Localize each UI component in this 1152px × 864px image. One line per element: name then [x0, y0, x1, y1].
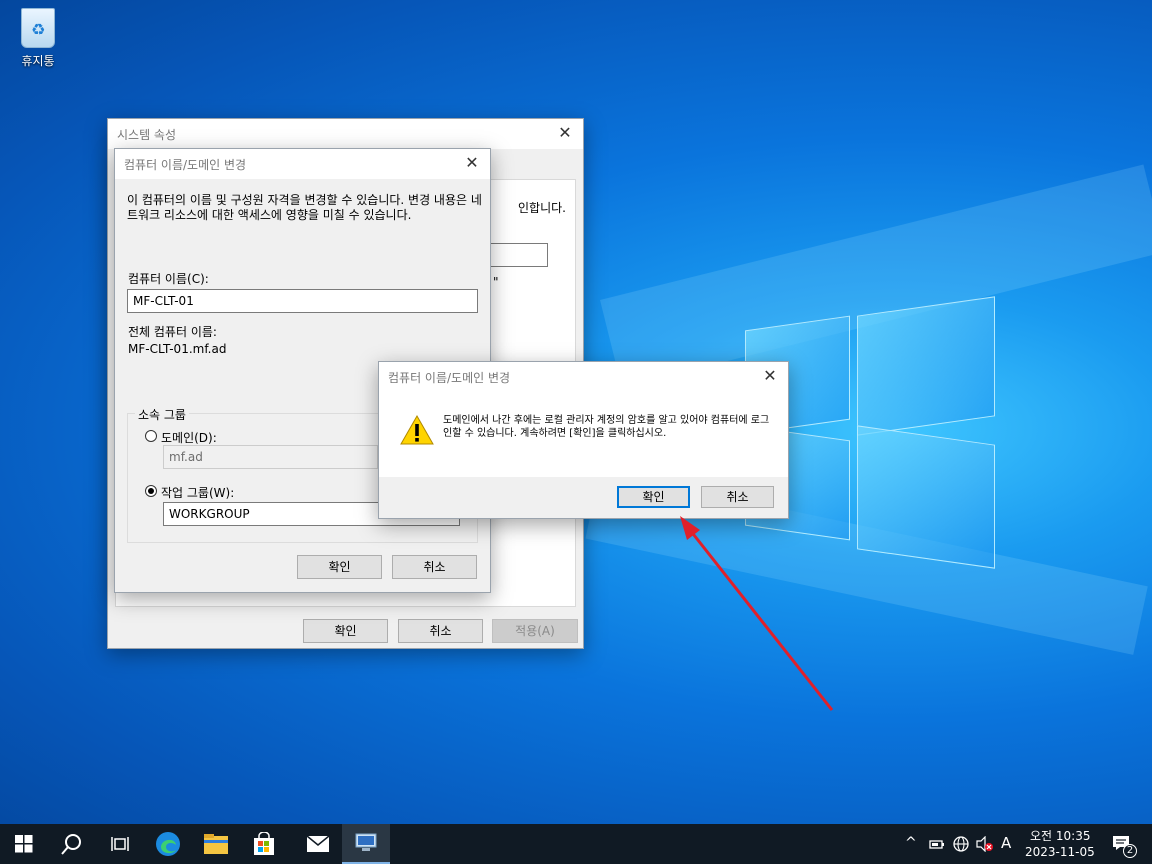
volume-muted-icon[interactable]: [976, 836, 994, 852]
system-properties-ok-button[interactable]: 확인: [303, 619, 388, 643]
edge-icon: [156, 832, 180, 856]
system-properties-apply-button: 적용(A): [492, 619, 578, 643]
workgroup-radio-label[interactable]: 작업 그룹(W):: [161, 484, 234, 501]
domain-input: mf.ad: [163, 445, 378, 469]
windows-logo-pane-br: [857, 425, 995, 569]
warning-icon: [400, 414, 434, 445]
warning-ok-button[interactable]: 확인: [617, 486, 690, 508]
system-properties-close-icon[interactable]: ✕: [555, 123, 575, 143]
computer-name-label: 컴퓨터 이름(C):: [128, 272, 209, 286]
edge-taskbar-button[interactable]: [144, 824, 192, 864]
rename-cancel-button[interactable]: 취소: [392, 555, 477, 579]
store-taskbar-button[interactable]: [240, 824, 288, 864]
system-properties-taskbar-button[interactable]: [342, 824, 390, 864]
mail-icon: [306, 835, 330, 852]
warning-dialog: 컴퓨터 이름/도메인 변경 ✕ 도메인에서 나간 후에는 로컬 관리자 계정의 …: [378, 361, 789, 519]
windows-logo-pane-tr: [857, 296, 995, 436]
ime-indicator[interactable]: A: [1001, 834, 1011, 852]
rename-description: 이 컴퓨터의 이름 및 구성원 자격을 변경할 수 있습니다. 변경 내용은 네…: [127, 193, 482, 222]
search-icon: [61, 834, 81, 855]
recycle-bin[interactable]: ♻ 휴지통: [10, 8, 66, 69]
computer-name-input[interactable]: MF-CLT-01: [127, 289, 478, 313]
system-properties-partial-text: 인합니다.: [518, 201, 566, 215]
notification-count-badge: 2: [1123, 844, 1137, 858]
member-of-label: 소속 그룹: [135, 406, 189, 423]
notification-center-button[interactable]: 2: [1104, 824, 1152, 864]
task-view-icon: [111, 837, 129, 851]
file-explorer-taskbar-button[interactable]: [192, 824, 240, 864]
mail-taskbar-button[interactable]: [294, 824, 342, 864]
rename-ok-button[interactable]: 확인: [297, 555, 382, 579]
warning-dialog-titlebar: 컴퓨터 이름/도메인 변경 ✕: [379, 362, 788, 392]
full-computer-name-value: MF-CLT-01.mf.ad: [128, 342, 227, 356]
taskbar: ^ A 오전 10:35 2023-11-05 2: [0, 824, 1152, 864]
windows-start-icon: [15, 835, 33, 853]
warning-cancel-button[interactable]: 취소: [701, 486, 774, 508]
task-view-button[interactable]: [96, 824, 144, 864]
store-icon: [254, 832, 274, 855]
system-properties-partial-quote: ": [493, 275, 499, 289]
full-computer-name-label: 전체 컴퓨터 이름:: [128, 325, 217, 339]
warning-dialog-close-icon[interactable]: ✕: [760, 366, 780, 386]
folder-icon: [204, 834, 228, 854]
system-properties-cancel-button[interactable]: 취소: [398, 619, 483, 643]
battery-icon[interactable]: [929, 838, 945, 850]
network-globe-icon[interactable]: [953, 836, 969, 852]
start-button[interactable]: [0, 824, 48, 864]
clock-time[interactable]: 오전 10:35: [1030, 827, 1090, 844]
system-properties-titlebar: 시스템 속성 ✕: [108, 119, 583, 149]
recycle-bin-label: 휴지통: [21, 54, 55, 68]
search-button[interactable]: [48, 824, 96, 864]
system-properties-title: 시스템 속성: [117, 128, 177, 142]
domain-radio-label[interactable]: 도메인(D):: [161, 429, 217, 446]
rename-dialog-titlebar: 컴퓨터 이름/도메인 변경 ✕: [115, 149, 490, 179]
warning-message: 도메인에서 나간 후에는 로컬 관리자 계정의 암호를 알고 있어야 컴퓨터에 …: [443, 415, 770, 439]
system-properties-description-field[interactable]: [488, 243, 548, 267]
recycle-bin-icon: ♻: [21, 8, 55, 48]
computer-icon: [355, 833, 377, 851]
clock-date[interactable]: 2023-11-05: [1025, 845, 1095, 859]
workgroup-radio[interactable]: [145, 485, 157, 497]
rename-dialog-close-icon[interactable]: ✕: [462, 153, 482, 173]
rename-dialog-title: 컴퓨터 이름/도메인 변경: [124, 158, 247, 172]
warning-dialog-title: 컴퓨터 이름/도메인 변경: [388, 371, 511, 385]
show-hidden-icons-button[interactable]: ^: [905, 835, 917, 851]
domain-radio[interactable]: [145, 430, 157, 442]
